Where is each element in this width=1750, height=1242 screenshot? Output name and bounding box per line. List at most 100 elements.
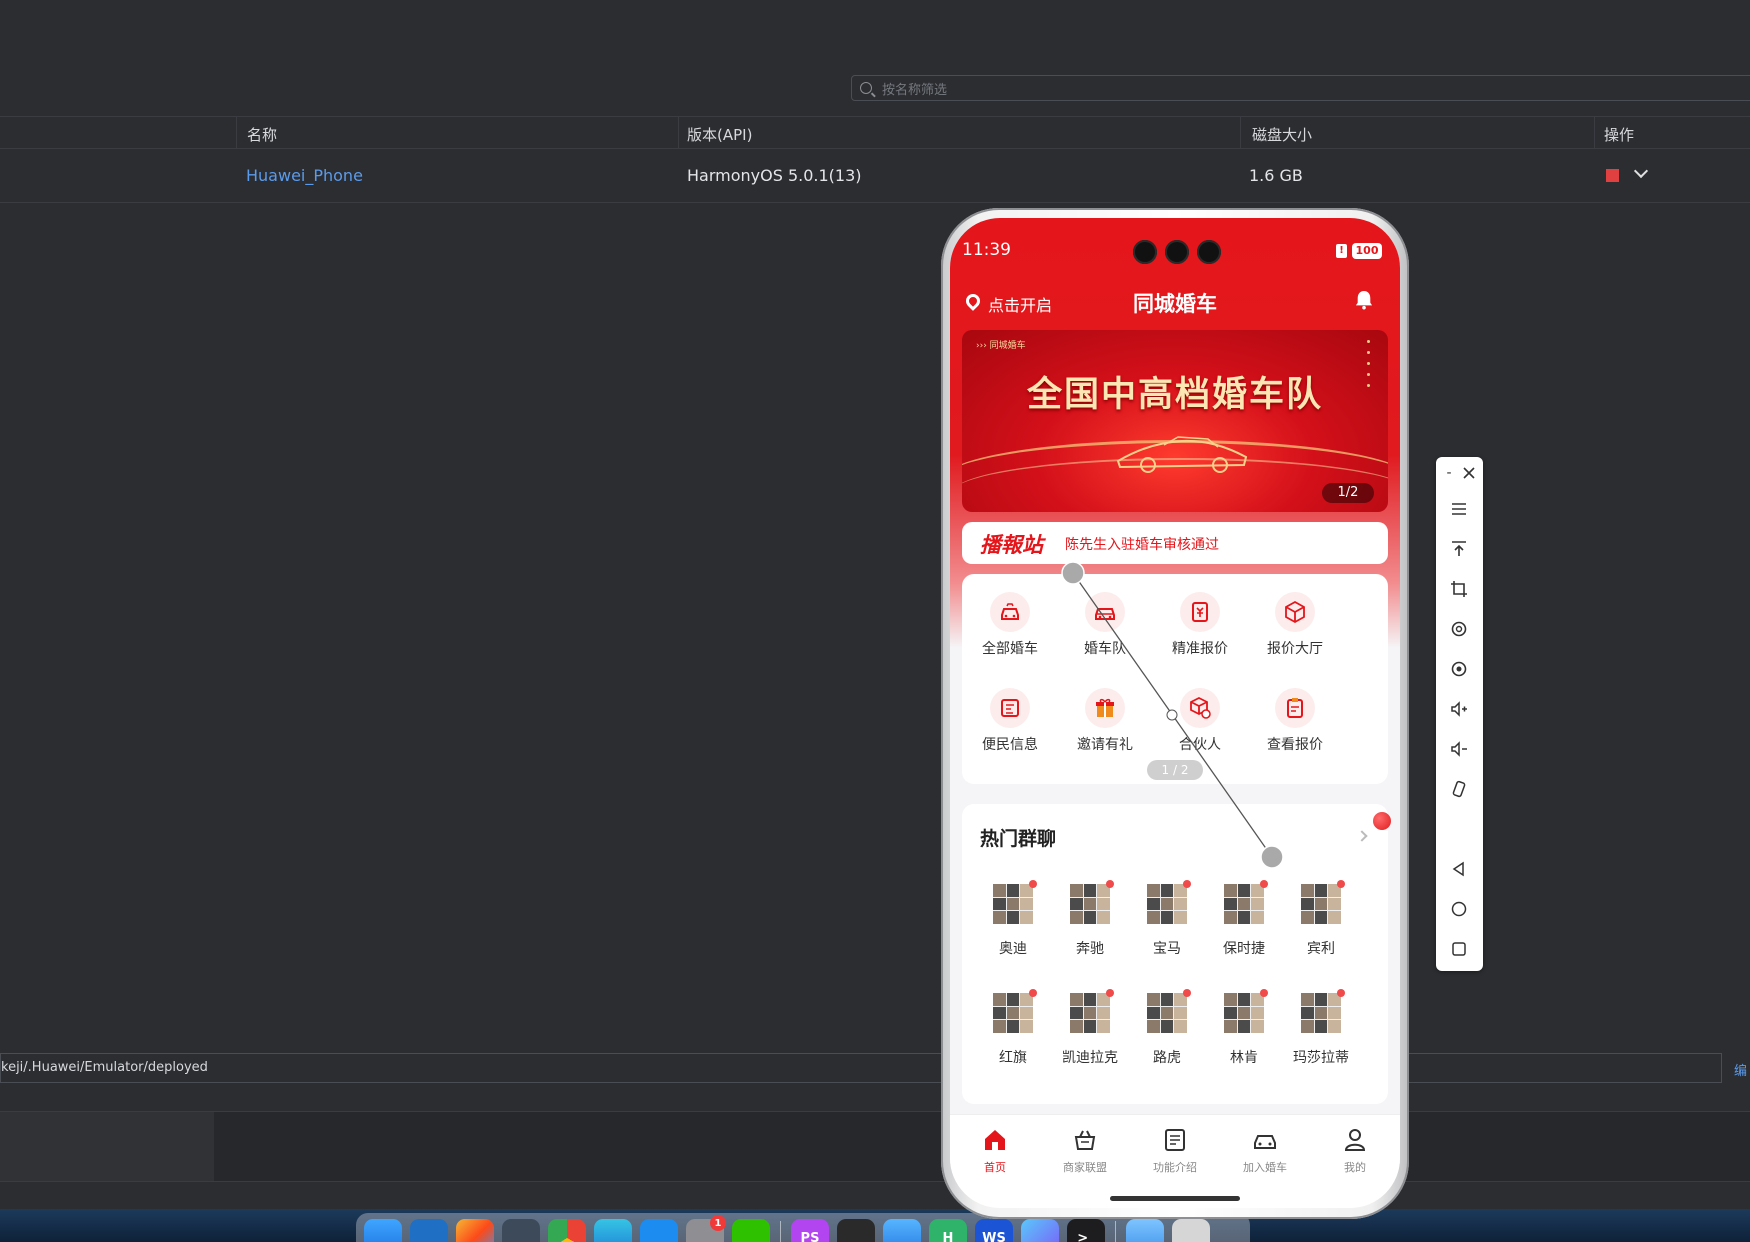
settings-icon[interactable]: 1 (686, 1215, 726, 1242)
tab-merchant-alliance[interactable]: 商家联盟 (1040, 1127, 1130, 1175)
launchpad-icon[interactable] (456, 1219, 494, 1242)
banner-tag: ››› 同城婚车 (976, 341, 1026, 351)
car-fleet-icon (1085, 592, 1125, 632)
tab-home[interactable]: 首页 (950, 1127, 1040, 1175)
device-filter-input[interactable]: 按名称筛选 (851, 75, 1750, 101)
table-row[interactable]: Huawei_Phone HarmonyOS 5.0.1(13) 1.6 GB (0, 150, 1750, 203)
trash-icon[interactable] (1172, 1219, 1210, 1242)
monitor-icon[interactable] (502, 1219, 540, 1242)
menu-item-convenience-info[interactable]: 便民信息 (965, 688, 1055, 754)
hbuilder-label: H (942, 1230, 954, 1242)
tab-join[interactable]: 加入婚车 (1220, 1127, 1310, 1175)
battery-alert-icon: ! (1336, 244, 1347, 258)
rotate-alt-button[interactable] (1447, 657, 1471, 681)
rotate-button[interactable] (1447, 617, 1471, 641)
column-divider[interactable] (678, 116, 679, 149)
vscode-icon[interactable] (410, 1219, 448, 1242)
menu-item-fleet[interactable]: 婚车队 (1060, 592, 1150, 658)
app-store-icon[interactable] (640, 1219, 678, 1242)
column-divider[interactable] (1594, 116, 1595, 149)
back-button[interactable] (1447, 857, 1471, 881)
phone-screen[interactable]: 11:39 ! 100 点击开启 同城婚车 ››› 同城婚车 全国中高档婚车队 … (950, 218, 1400, 1208)
promo-banner[interactable]: ››› 同城婚车 全国中高档婚车队 1/2 (962, 330, 1388, 512)
group-porsche[interactable]: 保时捷 (1209, 880, 1279, 958)
chevron-right-icon[interactable] (1356, 830, 1368, 842)
group-cadillac[interactable]: 凯迪拉克 (1055, 989, 1125, 1067)
broadcast-bar[interactable]: 播報站 陈先生入驻婚车审核通过 (962, 522, 1388, 564)
column-divider[interactable] (236, 116, 237, 149)
banner-headline: 全国中高档婚车队 (1026, 375, 1323, 415)
volume-down-button[interactable] (1447, 737, 1471, 761)
camera-icon (1197, 240, 1221, 264)
hbuilder-icon[interactable]: H (929, 1219, 967, 1242)
group-label: 凯迪拉克 (1062, 1050, 1118, 1066)
clipboard-icon (1275, 688, 1315, 728)
group-hongqi[interactable]: 红旗 (978, 989, 1048, 1067)
group-bmw[interactable]: 宝马 (1132, 880, 1202, 958)
close-icon (1463, 467, 1475, 479)
device-disk-size: 1.6 GB (1249, 166, 1303, 185)
menu-item-all-cars[interactable]: 全部婚车 (965, 592, 1055, 658)
menu-item-quote-hall[interactable]: 报价大厅 (1250, 592, 1340, 658)
shake-button[interactable] (1447, 777, 1471, 801)
back-triangle-icon (1452, 861, 1464, 877)
menu-item-invite-gift[interactable]: 邀请有礼 (1060, 688, 1150, 754)
deploy-path-text: keji/.Huawei/Emulator/deployed (1, 1060, 208, 1075)
menu-label: 婚车队 (1084, 641, 1126, 657)
finder-icon[interactable] (364, 1219, 402, 1242)
phpstorm-label: PS (800, 1230, 820, 1242)
tab-label: 加入婚车 (1243, 1161, 1287, 1174)
edit-path-link[interactable]: 编 (1734, 1060, 1747, 1079)
menu-page-indicator: 1 / 2 (1147, 760, 1203, 780)
tab-label: 首页 (984, 1161, 1006, 1174)
partner-box-icon (1180, 688, 1220, 728)
group-audi[interactable]: 奥迪 (978, 880, 1048, 958)
home-icon (985, 1130, 1005, 1150)
pin-top-button[interactable] (1447, 537, 1471, 561)
webstorm-icon[interactable]: WS (975, 1219, 1013, 1242)
document-icon (990, 688, 1030, 728)
volume-down-icon (1451, 741, 1467, 757)
folder-icon[interactable] (1126, 1219, 1164, 1242)
stop-emulator-button[interactable] (1606, 169, 1619, 182)
chrome-icon[interactable] (548, 1219, 586, 1242)
toolbox-icon[interactable] (1021, 1219, 1059, 1242)
hamburger-icon (1452, 503, 1466, 515)
notification-dot (1373, 812, 1391, 830)
tab-profile[interactable]: 我的 (1310, 1127, 1400, 1175)
recents-button[interactable] (1447, 937, 1471, 961)
deploy-path-field[interactable]: keji/.Huawei/Emulator/deployed (0, 1053, 1722, 1083)
wechat-icon[interactable] (732, 1219, 770, 1242)
menu-button[interactable] (1447, 497, 1471, 521)
group-maserati[interactable]: 玛莎拉蒂 (1286, 989, 1356, 1067)
rotate-icon (1451, 621, 1467, 637)
edge-icon[interactable] (594, 1219, 632, 1242)
volume-up-button[interactable] (1447, 697, 1471, 721)
recents-square-icon (1452, 942, 1466, 956)
terminal-icon[interactable]: >_ (1067, 1219, 1105, 1242)
group-avatar (1070, 880, 1114, 924)
group-land-rover[interactable]: 路虎 (1132, 989, 1202, 1067)
group-label: 红旗 (999, 1050, 1027, 1066)
deveco-studio-icon[interactable] (883, 1219, 921, 1242)
group-lincoln[interactable]: 林肯 (1209, 989, 1279, 1067)
screenshot-button[interactable] (1447, 577, 1471, 601)
crop-icon (1451, 581, 1467, 597)
deveco-icon[interactable] (837, 1219, 875, 1242)
minimize-button[interactable]: - (1440, 461, 1458, 485)
device-name-link[interactable]: Huawei_Phone (246, 166, 363, 185)
phpstorm-icon[interactable]: PS (791, 1219, 829, 1242)
home-indicator[interactable] (1110, 1196, 1240, 1201)
menu-item-view-quotes[interactable]: 查看报价 (1250, 688, 1340, 754)
close-button[interactable] (1460, 461, 1478, 485)
home-button[interactable] (1447, 897, 1471, 921)
header-name: 名称 (247, 126, 278, 144)
group-benz[interactable]: 奔驰 (1055, 880, 1125, 958)
tab-features[interactable]: 功能介绍 (1130, 1127, 1220, 1175)
menu-item-precise-quote[interactable]: 精准报价 (1155, 592, 1245, 658)
menu-item-partner[interactable]: 合伙人 (1155, 688, 1245, 754)
group-bentley[interactable]: 宾利 (1286, 880, 1356, 958)
column-divider[interactable] (1240, 116, 1241, 149)
bell-icon[interactable] (1355, 290, 1373, 310)
group-avatar (1224, 989, 1268, 1033)
